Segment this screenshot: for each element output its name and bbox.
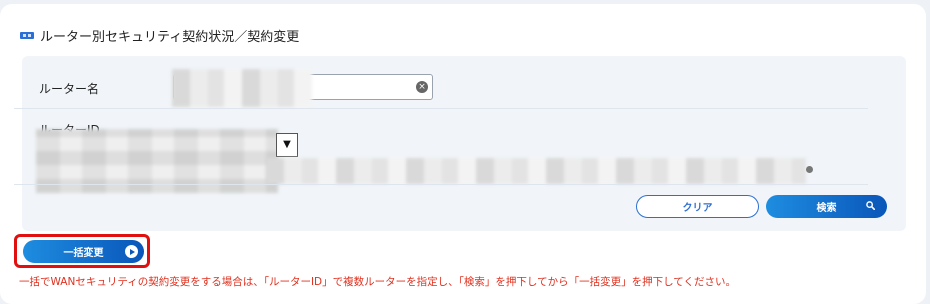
- bulk-change-button[interactable]: 一括変更: [23, 240, 144, 263]
- bulk-change-button-label: 一括変更: [63, 248, 104, 259]
- bulk-change-note: 一括でWANセキュリティの契約変更をする場合は、「ルーターID」で複数ルーターを…: [19, 276, 736, 288]
- row-divider: [14, 184, 868, 185]
- row-divider: [14, 108, 868, 109]
- search-icon: [866, 201, 875, 210]
- redacted-router-id-values: [266, 158, 806, 184]
- clear-button[interactable]: クリア: [636, 195, 759, 218]
- section-header: ルーター別セキュリティ契約状況／契約変更: [20, 27, 300, 45]
- section-marker-icon: [20, 31, 34, 39]
- router-name-clear-icon[interactable]: ×: [416, 81, 428, 93]
- redacted-router-name: [172, 69, 312, 107]
- section-title: ルーター別セキュリティ契約状況／契約変更: [40, 29, 300, 45]
- chevron-down-icon: ▼: [283, 139, 291, 150]
- search-button[interactable]: 検索: [766, 195, 887, 218]
- play-circle-icon: [125, 245, 138, 258]
- router-id-clear-icon[interactable]: [806, 166, 813, 173]
- router-name-label: ルーター名: [39, 82, 100, 96]
- search-button-label: 検索: [816, 203, 837, 214]
- router-id-select[interactable]: ▼: [276, 133, 298, 157]
- clear-button-label: クリア: [682, 203, 713, 214]
